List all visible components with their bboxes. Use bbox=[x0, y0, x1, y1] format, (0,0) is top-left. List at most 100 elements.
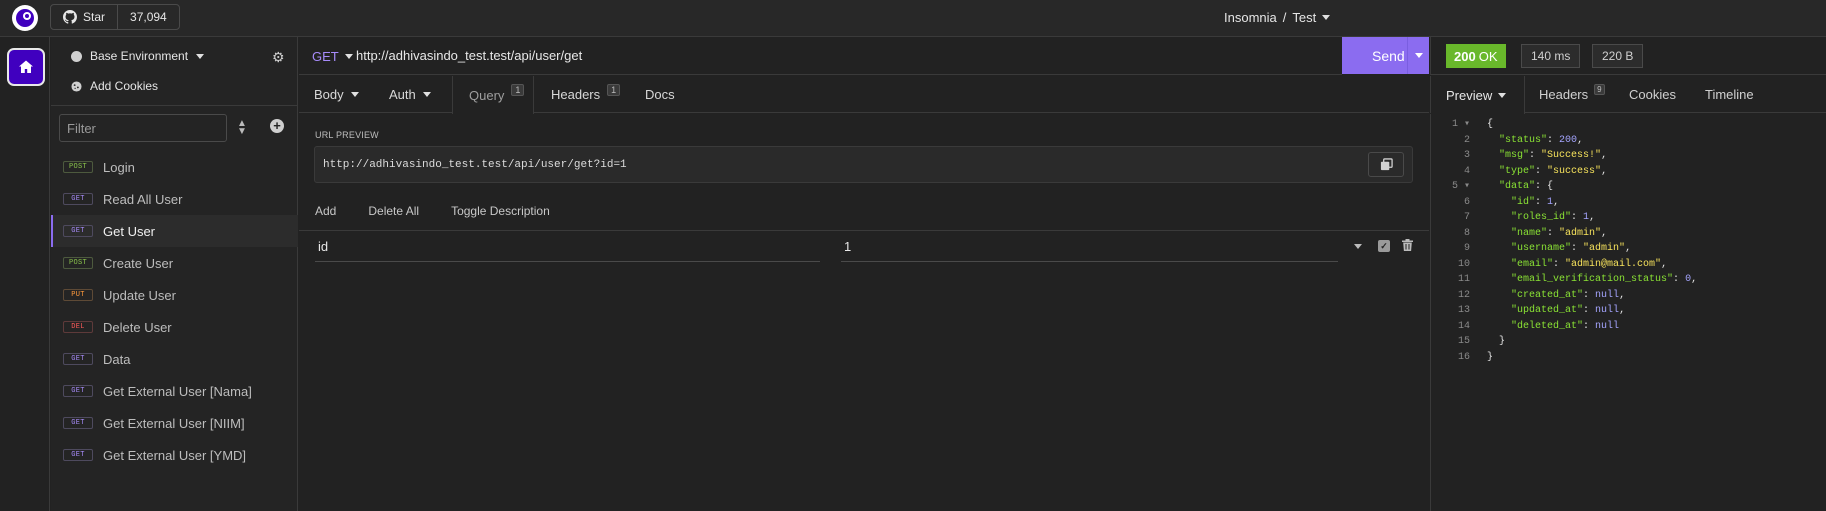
send-options-button[interactable] bbox=[1407, 37, 1429, 74]
copy-button[interactable] bbox=[1368, 152, 1404, 177]
status-text: OK bbox=[1478, 48, 1498, 64]
sidebar-request-item[interactable]: GET Get User bbox=[51, 215, 298, 247]
sidebar-request-item[interactable]: POST Create User bbox=[51, 247, 298, 279]
json-line: "name": "admin", bbox=[1511, 227, 1608, 239]
url-input[interactable]: http://adhivasindo_test.test/api/user/ge… bbox=[356, 48, 582, 63]
response-tabs: Preview Headers 9 Cookies Timeline bbox=[1430, 76, 1826, 114]
method-badge: DEL bbox=[63, 321, 93, 333]
divider bbox=[51, 105, 298, 106]
headers-count-badge: 1 bbox=[607, 83, 621, 96]
line-number: 6 bbox=[1463, 196, 1470, 208]
tab-cookies[interactable]: Cookies bbox=[1629, 76, 1676, 113]
sidebar: Base Environment ⚙ Add Cookies ▲▼ + POST… bbox=[51, 37, 298, 511]
breadcrumb[interactable]: Insomnia / Test bbox=[1224, 10, 1331, 25]
tab-auth[interactable]: Auth bbox=[389, 76, 431, 113]
json-line: "id": 1, bbox=[1511, 196, 1560, 208]
gear-icon[interactable]: ⚙ bbox=[272, 49, 285, 66]
sort-icon[interactable]: ▲ ▼ bbox=[237, 119, 247, 137]
method-badge: POST bbox=[63, 161, 93, 173]
json-line: } bbox=[1487, 351, 1494, 363]
tab-auth-label: Auth bbox=[389, 87, 416, 102]
line-number: 3 bbox=[1463, 150, 1470, 161]
chevron-down-icon[interactable] bbox=[1354, 244, 1362, 249]
tab-headers-label: Headers bbox=[551, 87, 601, 102]
chevron-down-icon bbox=[344, 54, 353, 59]
method-badge: GET bbox=[63, 449, 93, 461]
sidebar-request-item[interactable]: GET Get External User [YMD] bbox=[51, 439, 298, 471]
trash-icon[interactable] bbox=[1402, 239, 1413, 254]
sidebar-request-item[interactable]: PUT Update User bbox=[51, 279, 298, 311]
workspace-name[interactable]: Test bbox=[1292, 10, 1316, 25]
chevron-down-icon bbox=[1498, 92, 1507, 98]
request-name: Get User bbox=[103, 223, 156, 239]
add-param-button[interactable]: Add bbox=[315, 204, 336, 218]
response-body-pane[interactable]: 1 ▾ {2 "status": 200, 3 "msg": "Success!",… bbox=[1430, 114, 1826, 511]
tab-body-label: Body bbox=[314, 87, 344, 102]
line-number: 4 bbox=[1463, 165, 1470, 177]
tab-headers[interactable]: Headers 1 bbox=[551, 76, 621, 113]
url-preview-text: http://adhivasindo_test.test/api/user/ge… bbox=[323, 159, 627, 171]
github-star-label: Star bbox=[83, 10, 106, 24]
sidebar-request-item[interactable]: GET Get External User [Nama] bbox=[51, 375, 298, 407]
line-number: 13 bbox=[1457, 305, 1470, 316]
send-button[interactable]: Send bbox=[1342, 48, 1407, 64]
left-rail bbox=[0, 37, 50, 511]
chevron-down-icon bbox=[1322, 15, 1331, 20]
request-list: POST Login GET Read All User GET Get User POST… bbox=[51, 151, 298, 471]
send-button-group[interactable]: Send bbox=[1342, 37, 1429, 74]
plus-circle-icon[interactable]: + bbox=[270, 119, 284, 133]
query-count-badge: 1 bbox=[511, 84, 525, 96]
divider bbox=[299, 230, 1429, 231]
tab-preview[interactable]: Preview bbox=[1431, 76, 1525, 114]
insomnia-logo-icon[interactable] bbox=[12, 5, 38, 31]
json-line: "deleted_at": null bbox=[1511, 320, 1620, 332]
sidebar-request-item[interactable]: POST Login bbox=[51, 151, 298, 183]
method-selector[interactable]: GET bbox=[312, 49, 353, 64]
json-line: "data": { bbox=[1499, 181, 1554, 192]
param-name-input[interactable]: id bbox=[315, 236, 820, 262]
url-bar: GET http://adhivasindo_test.test/api/use… bbox=[299, 37, 1429, 75]
request-name: Create User bbox=[103, 255, 174, 271]
github-star-count[interactable]: 37,094 bbox=[118, 5, 179, 29]
copy-icon bbox=[1380, 158, 1393, 171]
home-button[interactable] bbox=[7, 48, 45, 86]
response-bar: 200 OK 140 ms 220 B bbox=[1430, 37, 1826, 75]
filter-input[interactable] bbox=[59, 114, 227, 142]
request-name: Get External User [YMD] bbox=[103, 447, 247, 463]
status-badge: 200 OK bbox=[1446, 44, 1506, 68]
tab-docs[interactable]: Docs bbox=[645, 76, 675, 113]
param-value-input[interactable]: 1 bbox=[841, 236, 1338, 262]
sidebar-request-item[interactable]: GET Read All User bbox=[51, 183, 298, 215]
tab-response-headers[interactable]: Headers 9 bbox=[1539, 76, 1605, 113]
tab-query[interactable]: Query 1 bbox=[452, 76, 534, 114]
sidebar-request-item[interactable]: GET Get External User [NIIM] bbox=[51, 407, 298, 439]
method-badge: GET bbox=[63, 353, 93, 365]
chevron-down-icon bbox=[196, 53, 205, 59]
line-number: 1 ▾ bbox=[1451, 119, 1470, 130]
request-name: Read All User bbox=[103, 191, 183, 207]
json-line: } bbox=[1487, 336, 1506, 347]
method-label: GET bbox=[312, 49, 339, 64]
tab-body[interactable]: Body bbox=[314, 76, 359, 113]
json-line: "msg": "Success!", bbox=[1499, 150, 1608, 161]
json-line: "email_verification_status": 0, bbox=[1511, 274, 1698, 285]
tab-timeline[interactable]: Timeline bbox=[1705, 76, 1754, 113]
response-size: 220 B bbox=[1592, 44, 1644, 68]
toggle-description-button[interactable]: Toggle Description bbox=[451, 204, 550, 218]
checkbox-icon[interactable]: ✓ bbox=[1378, 240, 1390, 252]
github-star-button[interactable]: Star bbox=[51, 5, 119, 29]
sidebar-request-item[interactable]: DEL Delete User bbox=[51, 311, 298, 343]
delete-all-button[interactable]: Delete All bbox=[368, 204, 419, 218]
github-star-group[interactable]: Star 37,094 bbox=[50, 4, 180, 30]
line-number: 14 bbox=[1457, 320, 1470, 332]
sidebar-request-item[interactable]: GET Data bbox=[51, 343, 298, 375]
tab-cookies-label: Cookies bbox=[1629, 87, 1676, 102]
add-cookies-button[interactable]: Add Cookies bbox=[71, 79, 158, 93]
add-cookies-label: Add Cookies bbox=[90, 79, 159, 93]
json-line: "type": "success", bbox=[1499, 165, 1608, 177]
environment-selector[interactable]: Base Environment bbox=[71, 49, 205, 63]
tab-docs-label: Docs bbox=[645, 87, 675, 102]
json-line: "email": "admin@mail.com", bbox=[1511, 258, 1668, 270]
line-number: 15 bbox=[1457, 336, 1470, 347]
line-number: 11 bbox=[1457, 274, 1470, 285]
